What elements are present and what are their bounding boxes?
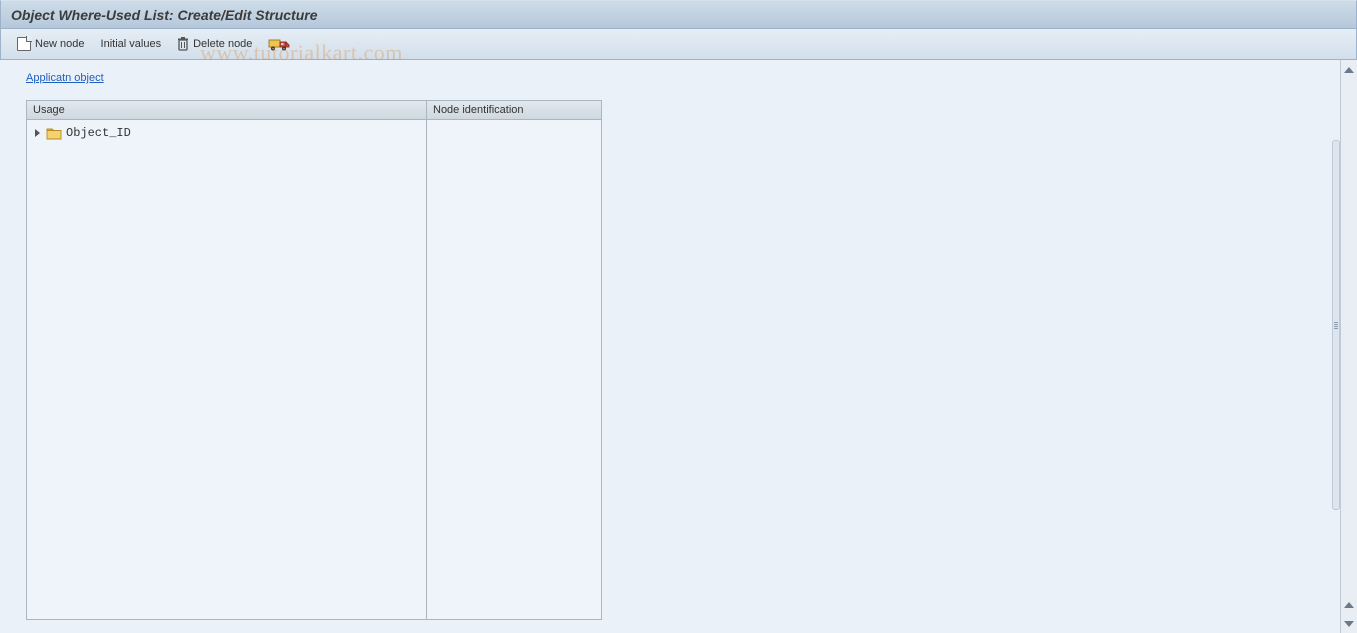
chevron-up-icon [1344, 67, 1354, 73]
chevron-down-icon [1344, 621, 1354, 627]
initial-values-label: Initial values [101, 38, 162, 50]
delete-node-label: Delete node [193, 38, 252, 50]
column-body-usage: Object_ID [26, 120, 426, 620]
link-row: Applicatn object [26, 72, 1331, 84]
application-object-link[interactable]: Applicatn object [26, 72, 104, 84]
column-header-usage[interactable]: Usage [26, 100, 426, 120]
trash-icon [177, 37, 189, 51]
chevron-up-icon [1344, 602, 1354, 608]
scrollbar-grip-icon [1334, 319, 1338, 331]
truck-icon [268, 36, 290, 52]
new-node-label: New node [35, 38, 85, 50]
new-document-icon [17, 37, 31, 51]
column-body-node-id [426, 120, 602, 620]
outer-scrollbar[interactable] [1340, 60, 1357, 633]
scroll-up-button-bottom[interactable] [1342, 597, 1357, 612]
delete-node-button[interactable]: Delete node [169, 33, 260, 55]
content-area: Applicatn object Usage Object_ID [0, 60, 1357, 633]
transport-button[interactable] [260, 32, 298, 56]
toolbar: New node Initial values Delete node [0, 29, 1357, 60]
initial-values-button[interactable]: Initial values [93, 34, 170, 54]
page-title: Object Where-Used List: Create/Edit Stru… [11, 7, 318, 23]
content-wrapper: Applicatn object Usage Object_ID [0, 60, 1357, 633]
inner-scrollbar[interactable] [1332, 140, 1340, 510]
tree-table: Usage Object_ID Node id [26, 100, 1331, 620]
column-header-node-id[interactable]: Node identification [426, 100, 602, 120]
title-bar: Object Where-Used List: Create/Edit Stru… [0, 0, 1357, 29]
new-node-button[interactable]: New node [9, 33, 93, 55]
expand-arrow-icon[interactable] [35, 129, 40, 137]
scroll-up-button[interactable] [1342, 62, 1357, 77]
tree-row-root[interactable]: Object_ID [31, 124, 422, 142]
column-usage: Usage Object_ID [26, 100, 426, 620]
scroll-down-button[interactable] [1342, 616, 1357, 631]
column-node-identification: Node identification [426, 100, 602, 620]
folder-icon [46, 127, 62, 140]
tree-root-label: Object_ID [66, 126, 131, 140]
